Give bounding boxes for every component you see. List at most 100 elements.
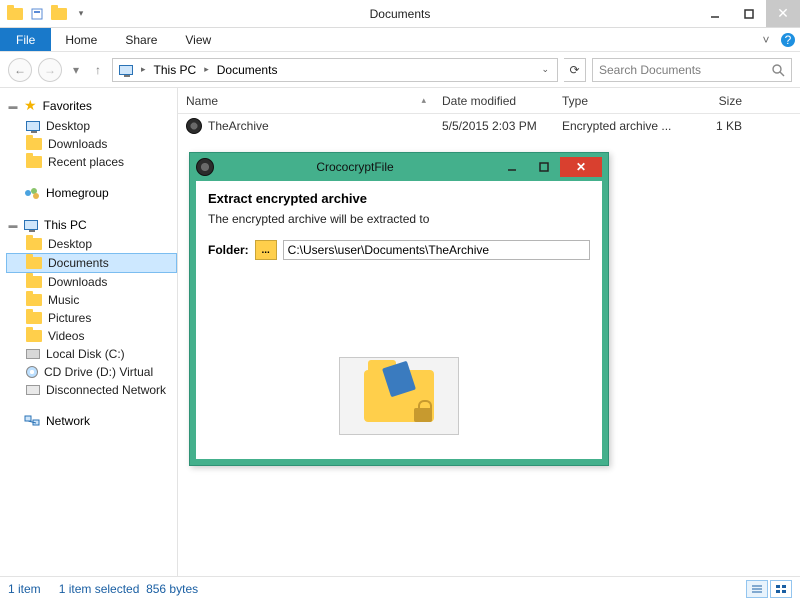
ribbon: File Home Share View ˅ ? [0,28,800,52]
sidebar-thispc-label: This PC [44,218,87,232]
history-dropdown-icon[interactable]: ▾ [68,58,84,82]
collapse-icon[interactable]: ▬ [8,101,18,111]
up-button[interactable]: ↑ [90,58,106,82]
sidebar-item-documents[interactable]: Documents [6,253,177,273]
back-button[interactable]: ← [8,58,32,82]
file-tab[interactable]: File [0,28,51,51]
sidebar-item-netdrive[interactable]: Disconnected Network [6,381,177,399]
crococrypt-window: CrococryptFile ✕ Extract encrypted archi… [189,152,609,466]
sidebar-network-label: Network [46,414,90,428]
refresh-button[interactable]: ⟳ [564,58,586,82]
file-size: 1 KB [684,119,750,133]
extract-folder-icon [364,370,434,422]
view-icons-button[interactable] [770,580,792,598]
col-size[interactable]: Size [684,94,750,108]
folder-input[interactable] [283,240,590,260]
modal-description: The encrypted archive will be extracted … [208,212,590,226]
qat-newfolder-icon[interactable] [50,5,68,23]
file-row[interactable]: TheArchive 5/5/2015 2:03 PM Encrypted ar… [178,114,800,138]
modal-maximize-button[interactable] [528,157,560,177]
sidebar-thispc[interactable]: ▬ This PC [6,215,177,235]
sidebar-item-cddrive[interactable]: CD Drive (D:) Virtual [6,363,177,381]
chevron-right-icon[interactable]: ▸ [204,64,209,75]
tab-home[interactable]: Home [51,28,111,51]
sidebar-item-videos[interactable]: Videos [6,327,177,345]
tab-share[interactable]: Share [111,28,171,51]
col-type[interactable]: Type [554,94,684,108]
crococrypt-file-icon [186,118,202,134]
svg-text:?: ? [785,33,792,47]
folder-icon [26,276,42,288]
modal-close-button[interactable]: ✕ [560,157,602,177]
modal-titlebar[interactable]: CrococryptFile ✕ [190,153,608,181]
window-title: Documents [0,7,800,21]
chevron-right-icon[interactable]: ▸ [141,64,146,75]
col-name[interactable]: Name▴ [178,94,434,108]
star-icon: ★ [24,97,37,114]
qat-properties-icon[interactable] [28,5,46,23]
modal-body: Extract encrypted archive The encrypted … [196,181,602,459]
sidebar: ▬ ★ Favorites Desktop Downloads Recent p… [0,88,178,576]
forward-button[interactable]: → [38,58,62,82]
sidebar-favorites-label: Favorites [43,99,92,113]
search-icon [771,63,785,77]
modal-minimize-button[interactable] [496,157,528,177]
crococrypt-app-icon [196,158,214,176]
pc-icon [24,220,38,230]
minimize-button[interactable] [698,0,732,27]
tab-view[interactable]: View [171,28,225,51]
close-button[interactable]: ✕ [766,0,800,27]
help-icon[interactable]: ? [776,28,800,51]
sidebar-item-music[interactable]: Music [6,291,177,309]
sidebar-item-localdisk[interactable]: Local Disk (C:) [6,345,177,363]
pc-icon [119,65,133,75]
folder-icon [26,138,42,150]
expand-icon[interactable]: ▬ [8,220,18,230]
browse-button[interactable]: ... [255,240,277,260]
network-icon [24,414,40,428]
search-placeholder: Search Documents [599,63,701,77]
file-type: Encrypted archive ... [554,119,684,133]
status-selected: 1 item selected [59,582,140,596]
sidebar-item-desktop2[interactable]: Desktop [6,235,177,253]
sidebar-homegroup-label: Homegroup [46,186,109,200]
navbar: ← → ▾ ↑ ▸ This PC ▸ Documents ⌄ ⟳ Search… [0,52,800,88]
folder-icon [26,156,42,168]
sidebar-homegroup[interactable]: Homegroup [6,183,177,203]
col-date[interactable]: Date modified [434,94,554,108]
sidebar-network[interactable]: Network [6,411,177,431]
sidebar-favorites[interactable]: ▬ ★ Favorites [6,94,177,117]
modal-title: CrococryptFile [214,160,496,174]
sidebar-item-recent[interactable]: Recent places [6,153,177,171]
sort-asc-icon: ▴ [421,95,426,106]
sidebar-item-pictures[interactable]: Pictures [6,309,177,327]
maximize-button[interactable] [732,0,766,27]
sidebar-item-downloads2[interactable]: Downloads [6,273,177,291]
cd-icon [26,366,38,378]
lock-icon [414,408,432,422]
network-drive-icon [26,385,40,395]
search-input[interactable]: Search Documents [592,58,792,82]
folder-icon [26,330,42,342]
folder-icon [26,294,42,306]
crumb-documents[interactable]: Documents [213,59,282,81]
folder-label: Folder: [208,243,249,257]
extract-button[interactable] [339,357,459,435]
status-bar: 1 item 1 item selected 856 bytes [0,576,800,600]
sidebar-item-downloads[interactable]: Downloads [6,135,177,153]
sidebar-item-desktop[interactable]: Desktop [6,117,177,135]
app-folder-icon [6,5,24,23]
folder-icon [26,312,42,324]
address-bar[interactable]: ▸ This PC ▸ Documents ⌄ [112,58,558,82]
view-details-button[interactable] [746,580,768,598]
modal-heading: Extract encrypted archive [208,191,590,206]
folder-icon [26,257,42,269]
folder-icon [26,238,42,250]
homegroup-icon [24,186,40,200]
file-name: TheArchive [208,119,269,133]
qat-dropdown-icon[interactable]: ▾ [72,5,90,23]
crumb-thispc[interactable]: This PC [150,59,201,81]
status-bytes: 856 bytes [146,582,198,596]
address-dropdown-icon[interactable]: ⌄ [535,64,555,75]
ribbon-collapse-icon[interactable]: ˅ [756,28,776,51]
